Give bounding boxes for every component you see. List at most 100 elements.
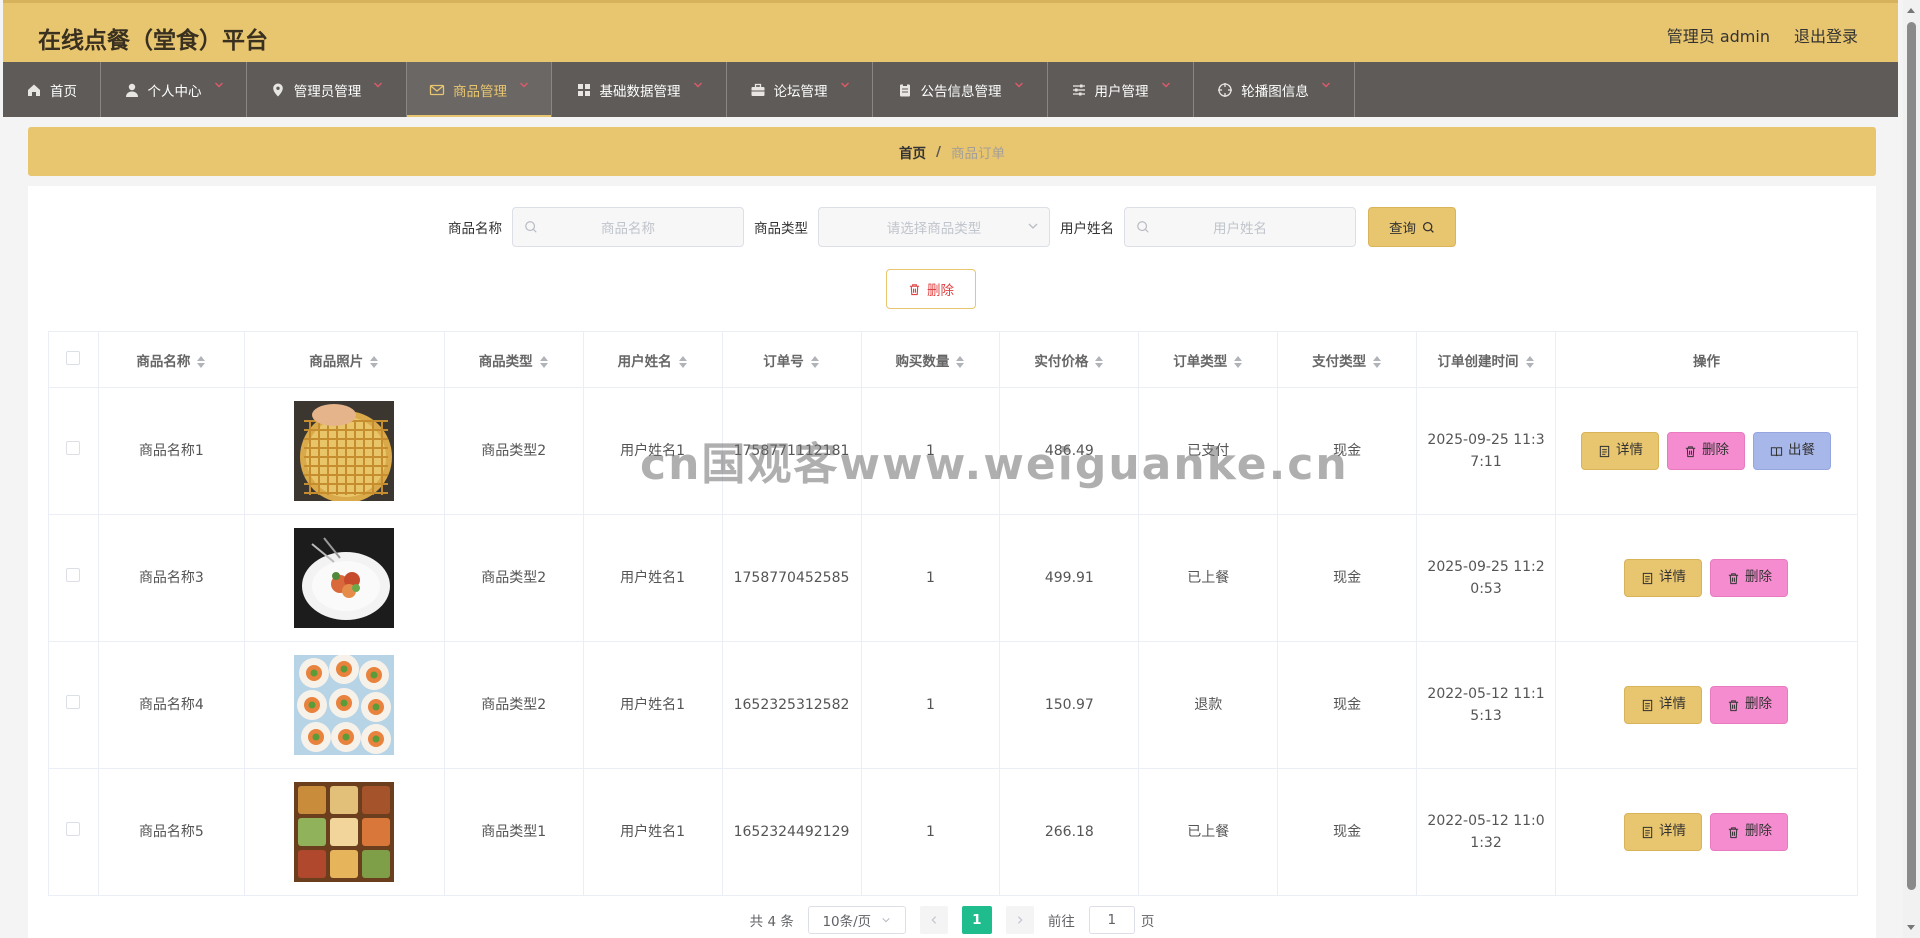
sort-caret-icon[interactable] — [539, 355, 549, 368]
column-header-3[interactable]: 用户姓名 — [582, 331, 723, 388]
breadcrumb-home[interactable]: 首页 — [899, 142, 926, 162]
delete-button-label: 删除 — [1744, 696, 1772, 713]
page-size-select[interactable]: 10条/页 — [807, 906, 906, 934]
nav-item-0[interactable]: 首页 — [3, 62, 101, 117]
detail-button[interactable]: 详情 — [1581, 432, 1660, 470]
sort-caret-icon[interactable] — [1094, 355, 1104, 368]
product-name-input[interactable]: 商品名称 — [512, 207, 744, 247]
row-checkbox[interactable] — [66, 821, 81, 836]
cell-qty: 1 — [860, 387, 1001, 515]
nav-item-5[interactable]: 论坛管理 — [727, 62, 873, 117]
page-suffix: 页 — [1140, 914, 1155, 930]
chevron-down-icon — [693, 81, 703, 92]
trash-icon — [1727, 699, 1740, 712]
column-header-4[interactable]: 订单号 — [721, 331, 862, 388]
nav-item-4[interactable]: 基础数据管理 — [552, 62, 727, 117]
select-all-checkbox[interactable] — [66, 350, 81, 365]
scroll-up-arrow-icon[interactable] — [1907, 8, 1915, 13]
sort-caret-icon[interactable] — [196, 355, 206, 368]
detail-button[interactable]: 详情 — [1624, 813, 1703, 851]
cell-user: 用户姓名1 — [582, 768, 723, 896]
nav-item-7[interactable]: 用户管理 — [1048, 62, 1194, 117]
user-name-label: 用户姓名 — [1060, 221, 1114, 237]
cell-name: 商品名称1 — [97, 387, 245, 515]
sort-caret-icon[interactable] — [678, 355, 688, 368]
column-header-6[interactable]: 实付价格 — [999, 331, 1140, 388]
breadcrumb-current: 商品订单 — [950, 145, 1005, 162]
nav-item-2[interactable]: 管理员管理 — [247, 62, 407, 117]
column-header-10: 操作 — [1554, 331, 1859, 388]
row-checkbox[interactable] — [66, 694, 81, 709]
document-icon — [1641, 699, 1654, 712]
sort-caret-icon[interactable] — [810, 355, 820, 368]
product-name-label: 商品名称 — [448, 221, 502, 237]
vertical-scrollbar[interactable] — [1903, 0, 1920, 938]
product-photo-cell — [243, 514, 445, 642]
search-bar: 商品名称 商品名称 商品类型 请选择商品类型 用户姓名 用户姓名 查询 — [28, 207, 1876, 247]
cell-type: 商品类型2 — [443, 387, 584, 515]
breadcrumb-separator: / — [936, 143, 941, 160]
logout-link[interactable]: 退出登录 — [1794, 23, 1858, 47]
bulk-delete-button[interactable]: 删除 — [886, 269, 976, 309]
briefcase-icon — [750, 82, 766, 98]
created-time-cell: 2022-05-12 11:0 1:32 — [1416, 768, 1556, 896]
sort-caret-icon[interactable] — [1525, 355, 1535, 368]
column-header-label: 商品照片 — [309, 353, 364, 370]
column-header-9[interactable]: 订单创建时间 — [1416, 331, 1556, 388]
column-header-2[interactable]: 商品类型 — [443, 331, 584, 388]
detail-button[interactable]: 详情 — [1624, 559, 1703, 597]
row-checkbox[interactable] — [66, 440, 81, 455]
next-page-button[interactable] — [1005, 906, 1034, 934]
column-header-8[interactable]: 支付类型 — [1277, 331, 1418, 388]
created-time-line-2: 1:32 — [1470, 835, 1502, 851]
cell-order-type: 已上餐 — [1138, 768, 1279, 896]
delete-button[interactable]: 删除 — [1667, 432, 1746, 470]
nav-item-6[interactable]: 公告信息管理 — [873, 62, 1048, 117]
row-actions-cell: 详情 删除 — [1554, 514, 1859, 642]
row-actions: 详情 删除 — [1556, 559, 1857, 597]
delete-button[interactable]: 删除 — [1710, 813, 1789, 851]
delete-button[interactable]: 删除 — [1710, 559, 1789, 597]
scroll-down-arrow-icon[interactable] — [1907, 925, 1915, 930]
document-icon — [1641, 826, 1654, 839]
sort-caret-icon[interactable] — [1372, 355, 1382, 368]
scroll-thumb[interactable] — [1907, 22, 1916, 890]
delete-button[interactable]: 删除 — [1710, 686, 1789, 724]
column-header-1[interactable]: 商品照片 — [243, 331, 445, 388]
query-button[interactable]: 查询 — [1368, 207, 1456, 247]
prev-page-button[interactable] — [919, 906, 948, 934]
pagination: 共 4 条 10条/页 1 前往 1 页 — [28, 906, 1876, 934]
chevron-down-icon — [373, 81, 383, 92]
nav-item-3[interactable]: 商品管理 — [407, 62, 552, 117]
trash-icon — [1684, 445, 1697, 458]
nav-item-label: 论坛管理 — [773, 83, 828, 100]
breadcrumb: 首页 / 商品订单 — [28, 127, 1876, 176]
user-name-input[interactable]: 用户姓名 — [1124, 207, 1356, 247]
column-header-7[interactable]: 订单类型 — [1138, 331, 1279, 388]
nav-item-label: 管理员管理 — [293, 83, 362, 100]
sort-caret-icon[interactable] — [369, 355, 379, 368]
chevron-down-icon — [1321, 81, 1331, 92]
book-open-icon — [1770, 445, 1783, 458]
detail-button[interactable]: 详情 — [1624, 686, 1703, 724]
column-header-label: 用户姓名 — [617, 353, 672, 370]
table-row: 商品名称4 商品类型2 用户姓名1 1652325312582 1 150.97 退款 现金 2… — [48, 641, 1859, 769]
column-header-0[interactable]: 商品名称 — [97, 331, 245, 388]
cell-qty: 1 — [860, 514, 1001, 642]
cell-qty: 1 — [860, 768, 1001, 896]
table-row: 商品名称1 商品类型2 用户姓名1 1758771112181 1 486.49 已支付 现金… — [48, 387, 1859, 515]
row-checkbox[interactable] — [66, 567, 81, 582]
sort-caret-icon[interactable] — [1233, 355, 1243, 368]
page-number-current[interactable]: 1 — [961, 906, 992, 934]
serve-button[interactable]: 出餐 — [1753, 432, 1832, 470]
detail-button-label: 详情 — [1658, 569, 1686, 586]
app-title: 在线点餐（堂食）平台 — [38, 28, 268, 54]
column-header-5[interactable]: 购买数量 — [860, 331, 1001, 388]
product-type-select[interactable]: 请选择商品类型 — [818, 207, 1050, 247]
admin-label[interactable]: 管理员 admin — [1667, 23, 1770, 47]
page: 在线点餐（堂食）平台 管理员 admin 退出登录 首页 个人中心 管理员管理 商品管… — [0, 0, 1898, 938]
sort-caret-icon[interactable] — [955, 355, 965, 368]
goto-page-input[interactable]: 1 — [1088, 906, 1135, 934]
nav-item-8[interactable]: 轮播图信息 — [1194, 62, 1355, 117]
nav-item-1[interactable]: 个人中心 — [101, 62, 247, 117]
